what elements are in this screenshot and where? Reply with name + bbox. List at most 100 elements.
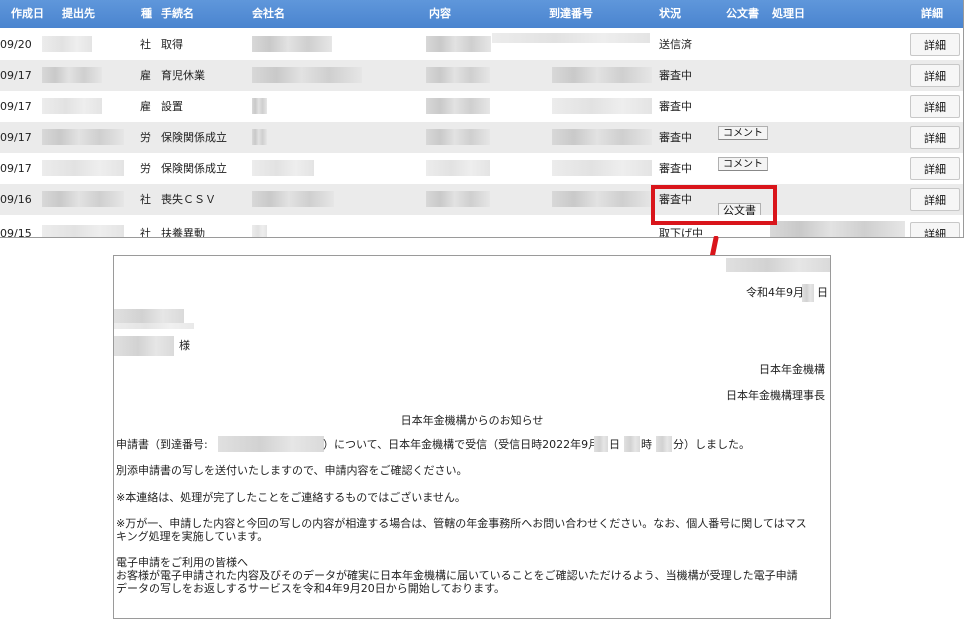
col-detail[interactable]: 詳細 bbox=[921, 0, 943, 28]
detail-button[interactable]: 詳細 bbox=[910, 95, 960, 118]
notice-document: 令和4年9月 日 様 日本年金機構 日本年金機構理事長 日本年金機構からのお知ら… bbox=[113, 255, 831, 619]
col-procedure[interactable]: 手続名 bbox=[161, 0, 194, 28]
p1-hour: 時 bbox=[641, 438, 652, 451]
table-row[interactable]: 09/17 労 保険関係成立 審査中 コメント 詳細 bbox=[0, 122, 963, 153]
col-processed[interactable]: 処理日 bbox=[772, 0, 805, 28]
col-kind[interactable]: 種 bbox=[141, 0, 152, 28]
redacted-recv-day bbox=[594, 436, 608, 452]
redacted-content bbox=[426, 129, 490, 145]
detail-button[interactable]: 詳細 bbox=[910, 222, 960, 237]
row-date: 09/20 bbox=[0, 38, 32, 51]
redacted-submitter bbox=[42, 129, 124, 145]
row-procedure: 保険関係成立 bbox=[161, 131, 227, 144]
row-kind: 労 bbox=[140, 162, 151, 175]
table-header: 作成日 提出先 種 手続名 会社名 内容 到達番号 状況 公文書 処理日 詳細 bbox=[0, 0, 963, 28]
col-content[interactable]: 内容 bbox=[429, 0, 451, 28]
redacted-content bbox=[426, 36, 491, 52]
recipient-suffix: 様 bbox=[179, 339, 190, 352]
table-row[interactable]: 09/20 社 取得 送信済 詳細 bbox=[0, 29, 963, 60]
row-kind: 社 bbox=[140, 193, 151, 206]
row-date: 09/17 bbox=[0, 162, 32, 175]
table-row[interactable]: 09/17 労 保険関係成立 審査中 コメント 詳細 bbox=[0, 153, 963, 184]
redacted-arrival-number bbox=[218, 436, 324, 452]
highlight-official-doc bbox=[651, 185, 777, 225]
redacted-arrival bbox=[552, 191, 652, 207]
comment-button[interactable]: コメント bbox=[718, 157, 768, 171]
redacted-arrival bbox=[552, 129, 652, 145]
notice-date-day: 日 bbox=[817, 286, 828, 299]
application-list-table: 作成日 提出先 種 手続名 会社名 内容 到達番号 状況 公文書 処理日 詳細 … bbox=[0, 0, 964, 238]
table-row[interactable]: 09/17 雇 設置 審査中 詳細 bbox=[0, 91, 963, 122]
redacted-content bbox=[426, 98, 490, 114]
detail-button[interactable]: 詳細 bbox=[910, 64, 960, 87]
redacted-recv-hour bbox=[624, 436, 640, 452]
redacted-recipient-1 bbox=[114, 309, 184, 323]
redacted-company bbox=[252, 67, 362, 83]
row-procedure: 設置 bbox=[161, 100, 183, 113]
row-date: 09/17 bbox=[0, 100, 32, 113]
p1-prefix: 申請書（到達番号: bbox=[116, 438, 208, 451]
redacted-submitter bbox=[42, 160, 124, 176]
redacted-submitter bbox=[42, 36, 92, 52]
p1-day: 日 bbox=[609, 438, 620, 451]
redacted-company bbox=[252, 160, 314, 176]
redacted-submitter bbox=[42, 225, 124, 237]
redacted-recv-minute bbox=[656, 436, 672, 452]
paragraph-4-line1: ※万が一、申請した内容と今回の写しの内容が相違する場合は、管轄の年金事務所へお問… bbox=[116, 517, 807, 530]
row-status: 審査中 bbox=[659, 69, 692, 82]
redacted-submitter bbox=[42, 67, 102, 83]
paragraph-3: ※本連絡は、処理が完了したことをご連絡するものではございません。 bbox=[116, 491, 466, 504]
col-status[interactable]: 状況 bbox=[659, 0, 681, 28]
detail-button[interactable]: 詳細 bbox=[910, 33, 960, 56]
row-procedure: 育児休業 bbox=[161, 69, 205, 82]
detail-button[interactable]: 詳細 bbox=[910, 126, 960, 149]
row-date: 09/15 bbox=[0, 227, 32, 238]
notice-date: 令和4年9月 bbox=[746, 286, 804, 299]
row-procedure: 扶養異動 bbox=[161, 227, 205, 238]
row-kind: 労 bbox=[140, 131, 151, 144]
notice-title: 日本年金機構からのお知らせ bbox=[400, 414, 544, 427]
row-procedure: 喪失ＣＳＶ bbox=[161, 193, 216, 206]
paragraph-5-title: 電子申請をご利用の皆様へ bbox=[116, 556, 248, 569]
col-submitter[interactable]: 提出先 bbox=[62, 0, 95, 28]
org-chief: 日本年金機構理事長 bbox=[726, 389, 825, 402]
redacted-recipient-2 bbox=[114, 323, 194, 329]
col-arrival[interactable]: 到達番号 bbox=[549, 0, 593, 28]
table-row[interactable]: 09/17 雇 育児休業 審査中 詳細 bbox=[0, 60, 963, 91]
table-row[interactable]: 09/16 社 喪失ＣＳＶ 審査中 公文書 詳細 bbox=[0, 184, 963, 219]
paragraph-4-line2: キング処理を実施しています。 bbox=[116, 530, 269, 543]
p1-suffix: 分）しました。 bbox=[673, 438, 750, 451]
row-status: 送信済 bbox=[659, 38, 692, 51]
detail-button[interactable]: 詳細 bbox=[910, 188, 960, 211]
row-kind: 社 bbox=[140, 227, 151, 238]
redacted-company bbox=[252, 36, 332, 52]
redacted-company bbox=[252, 98, 267, 114]
redacted-submitter bbox=[42, 98, 102, 114]
redacted-arrival bbox=[552, 160, 652, 176]
row-status: 審査中 bbox=[659, 131, 692, 144]
detail-button[interactable]: 詳細 bbox=[910, 157, 960, 180]
p1-middle: ）について、日本年金機構で受信（受信日時2022年9月 bbox=[323, 438, 600, 451]
redacted-arrival bbox=[492, 33, 650, 43]
org-name: 日本年金機構 bbox=[759, 363, 825, 376]
redacted-submitter bbox=[42, 191, 124, 207]
redacted-company bbox=[252, 129, 267, 145]
col-created[interactable]: 作成日 bbox=[11, 0, 44, 28]
row-procedure: 保険関係成立 bbox=[161, 162, 227, 175]
row-date: 09/17 bbox=[0, 69, 32, 82]
redacted-arrival bbox=[552, 67, 652, 83]
redacted-processed bbox=[770, 221, 905, 237]
redacted-company bbox=[252, 191, 334, 207]
row-procedure: 取得 bbox=[161, 38, 183, 51]
col-official-doc[interactable]: 公文書 bbox=[726, 0, 759, 28]
col-company[interactable]: 会社名 bbox=[252, 0, 285, 28]
comment-button[interactable]: コメント bbox=[718, 126, 768, 140]
row-date: 09/16 bbox=[0, 193, 32, 206]
row-kind: 雇 bbox=[140, 69, 151, 82]
redacted-arrival bbox=[552, 98, 652, 114]
paragraph-2: 別添申請書の写しを送付いたしますので、申請内容をご確認ください。 bbox=[116, 464, 468, 477]
redacted-content bbox=[426, 67, 490, 83]
redacted-content bbox=[426, 191, 490, 207]
row-kind: 社 bbox=[140, 38, 151, 51]
table-row[interactable]: 09/15 社 扶養異動 取下げ中 詳細 bbox=[0, 215, 963, 238]
